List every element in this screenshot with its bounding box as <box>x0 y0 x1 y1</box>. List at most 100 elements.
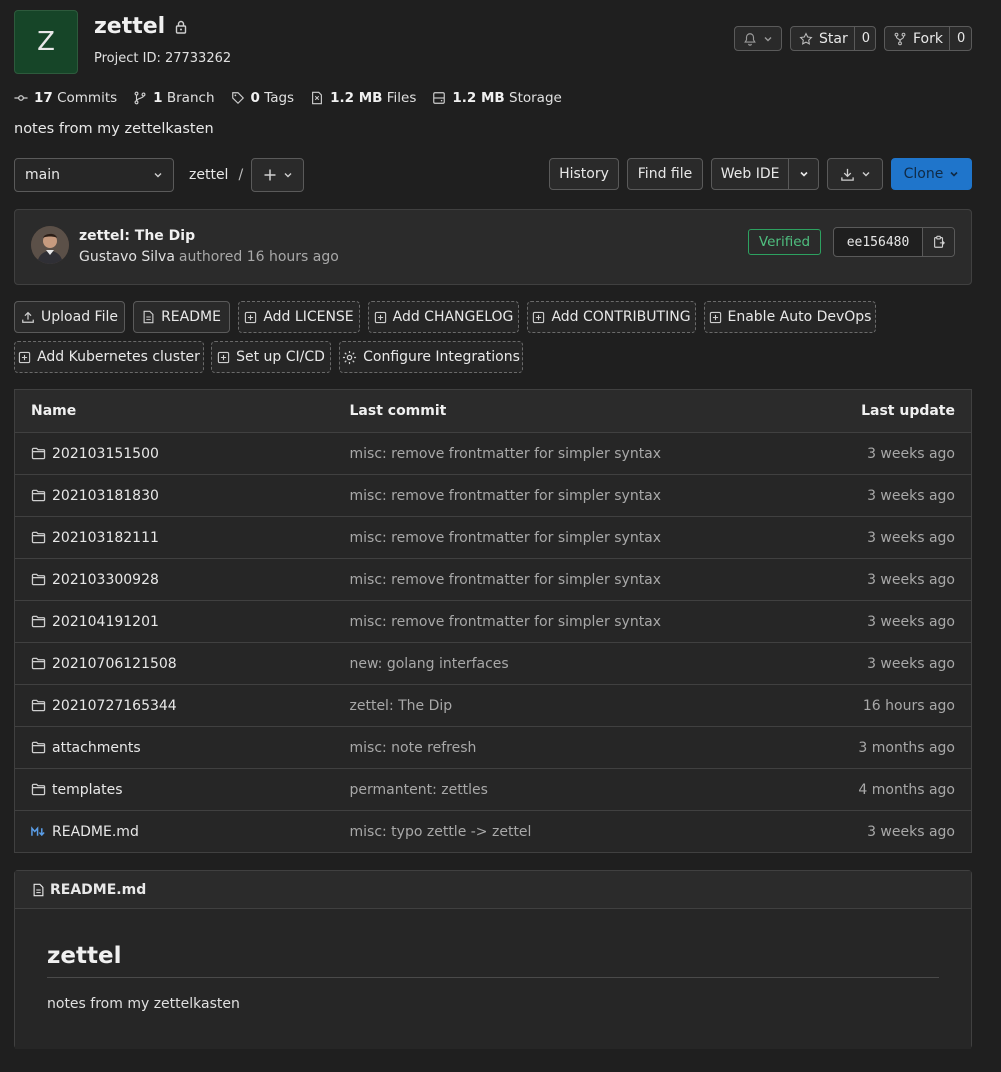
file-updated-cell: 3 weeks ago <box>733 474 972 517</box>
file-name[interactable]: templates <box>52 782 123 798</box>
file-name[interactable]: 20210706121508 <box>52 656 177 672</box>
fork-button[interactable]: Fork 0 <box>884 26 972 51</box>
web-ide-button[interactable]: Web IDE <box>712 166 788 182</box>
file-commit-message[interactable]: misc: note refresh <box>350 740 477 756</box>
add-contributing-button[interactable]: Add CONTRIBUTING <box>527 301 696 333</box>
file-name-cell[interactable]: templates <box>14 768 334 811</box>
file-name-cell[interactable]: 202103181830 <box>14 474 334 517</box>
file-name-cell[interactable]: 20210727165344 <box>14 684 334 727</box>
setup-cicd-button[interactable]: Set up CI/CD <box>211 341 331 373</box>
file-commit-message[interactable]: misc: remove frontmatter for simpler syn… <box>350 530 662 546</box>
file-name[interactable]: attachments <box>52 740 141 756</box>
upload-file-button[interactable]: Upload File <box>14 301 125 333</box>
files-stat[interactable]: 1.2 MB Files <box>310 90 416 106</box>
file-name[interactable]: README.md <box>52 824 139 840</box>
file-updated-time: 3 weeks ago <box>867 487 955 504</box>
web-ide-dropdown[interactable] <box>788 159 818 189</box>
readme-paragraph: notes from my zettelkasten <box>47 996 240 1012</box>
tags-stat[interactable]: 0 Tags <box>231 90 295 106</box>
file-name-cell[interactable]: 202103182111 <box>14 516 334 559</box>
add-license-button[interactable]: Add LICENSE <box>238 301 360 333</box>
table-row[interactable]: attachments misc: note refresh 3 months ag… <box>14 726 972 769</box>
star-count[interactable]: 0 <box>853 27 877 50</box>
table-row[interactable]: 20210727165344 zettel: The Dip 16 hours ag… <box>14 684 972 727</box>
file-name-cell[interactable]: 202103300928 <box>14 558 334 601</box>
history-button[interactable]: History <box>549 158 619 190</box>
fork-label: Fork <box>913 30 943 47</box>
branch-selector[interactable]: main <box>14 158 174 192</box>
tag-icon <box>231 91 245 105</box>
plus-icon <box>263 168 277 182</box>
verified-badge[interactable]: Verified <box>748 229 821 255</box>
file-commit-message[interactable]: permantent: zettles <box>350 782 488 798</box>
project-name[interactable]: zettel <box>94 14 165 39</box>
branch-stat[interactable]: 1 Branch <box>133 90 215 106</box>
file-name[interactable]: 202103300928 <box>52 572 159 588</box>
file-commit-cell: misc: remove frontmatter for simpler syn… <box>333 432 734 475</box>
file-name[interactable]: 202103182111 <box>52 530 159 546</box>
avatar[interactable] <box>31 226 69 264</box>
configure-integrations-button[interactable]: Configure Integrations <box>339 341 523 373</box>
tags-label: Tags <box>264 90 295 106</box>
fork-icon <box>893 32 907 46</box>
fork-count[interactable]: 0 <box>948 27 972 50</box>
file-updated-cell: 3 weeks ago <box>733 558 972 601</box>
folder-icon <box>31 783 46 796</box>
file-commit-message[interactable]: zettel: The Dip <box>350 698 453 714</box>
add-dropdown[interactable] <box>251 158 304 192</box>
file-commit-message[interactable]: misc: remove frontmatter for simpler syn… <box>350 572 662 588</box>
file-commit-message[interactable]: misc: remove frontmatter for simpler syn… <box>350 488 662 504</box>
copy-sha-button[interactable] <box>922 228 954 256</box>
commit-meta: authored 16 hours ago <box>178 249 339 265</box>
folder-icon <box>31 489 46 502</box>
table-row[interactable]: 20210706121508 new: golang interfaces 3 we… <box>14 642 972 685</box>
table-row[interactable]: 202103181830 misc: remove frontmatter for… <box>14 474 972 517</box>
file-updated-cell: 3 weeks ago <box>733 642 972 685</box>
notification-dropdown[interactable] <box>734 26 782 51</box>
add-changelog-button[interactable]: Add CHANGELOG <box>368 301 519 333</box>
file-name-cell[interactable]: 20210706121508 <box>14 642 334 685</box>
commits-stat[interactable]: 17 Commits <box>14 90 117 106</box>
file-commit-message[interactable]: misc: typo zettle -> zettel <box>350 824 532 840</box>
readme-button[interactable]: README <box>133 301 230 333</box>
web-ide-split-button[interactable]: Web IDE <box>711 158 819 190</box>
file-updated-time: 4 months ago <box>858 781 955 798</box>
table-row[interactable]: 202103182111 misc: remove frontmatter for… <box>14 516 972 559</box>
add-kubernetes-cluster-button[interactable]: Add Kubernetes cluster <box>14 341 204 373</box>
file-name-cell[interactable]: README.md <box>14 810 334 853</box>
bell-icon <box>743 32 757 46</box>
storage-stat[interactable]: 1.2 MB Storage <box>432 90 562 106</box>
plus-square-icon <box>532 311 545 324</box>
readme-file-name[interactable]: README.md <box>50 882 146 898</box>
file-commit-message[interactable]: misc: remove frontmatter for simpler syn… <box>350 614 662 630</box>
commit-author[interactable]: Gustavo Silva <box>79 249 175 265</box>
download-dropdown[interactable] <box>827 158 883 190</box>
find-file-button[interactable]: Find file <box>627 158 703 190</box>
file-name-cell[interactable]: 202104191201 <box>14 600 334 643</box>
star-button[interactable]: Star 0 <box>790 26 876 51</box>
file-name[interactable]: 202103181830 <box>52 488 159 504</box>
clone-button[interactable]: Clone <box>891 158 972 190</box>
file-name[interactable]: 202103151500 <box>52 446 159 462</box>
table-row[interactable]: README.md misc: typo zettle -> zettel 3 we… <box>14 810 972 853</box>
table-row[interactable]: templates permantent: zettles 4 months ago <box>14 768 972 811</box>
folder-icon <box>31 531 46 544</box>
table-row[interactable]: 202103300928 misc: remove frontmatter for… <box>14 558 972 601</box>
file-name-cell[interactable]: 202103151500 <box>14 432 334 475</box>
column-header-name: Name <box>14 389 334 433</box>
file-name-cell[interactable]: attachments <box>14 726 334 769</box>
folder-icon <box>31 573 46 586</box>
plus-square-icon <box>18 351 31 364</box>
enable-auto-devops-button[interactable]: Enable Auto DevOps <box>704 301 876 333</box>
file-name[interactable]: 20210727165344 <box>52 698 177 714</box>
add-contributing-label: Add CONTRIBUTING <box>551 309 691 325</box>
commit-title[interactable]: zettel: The Dip <box>79 228 195 244</box>
table-row[interactable]: 202104191201 misc: remove frontmatter for… <box>14 600 972 643</box>
commit-sha[interactable]: ee156480 <box>834 235 922 250</box>
breadcrumb-root[interactable]: zettel <box>189 167 228 183</box>
file-commit-cell: zettel: The Dip <box>333 684 734 727</box>
table-row[interactable]: 202103151500 misc: remove frontmatter for… <box>14 432 972 475</box>
file-commit-message[interactable]: misc: remove frontmatter for simpler syn… <box>350 446 662 462</box>
file-name[interactable]: 202104191201 <box>52 614 159 630</box>
file-commit-message[interactable]: new: golang interfaces <box>350 656 509 672</box>
